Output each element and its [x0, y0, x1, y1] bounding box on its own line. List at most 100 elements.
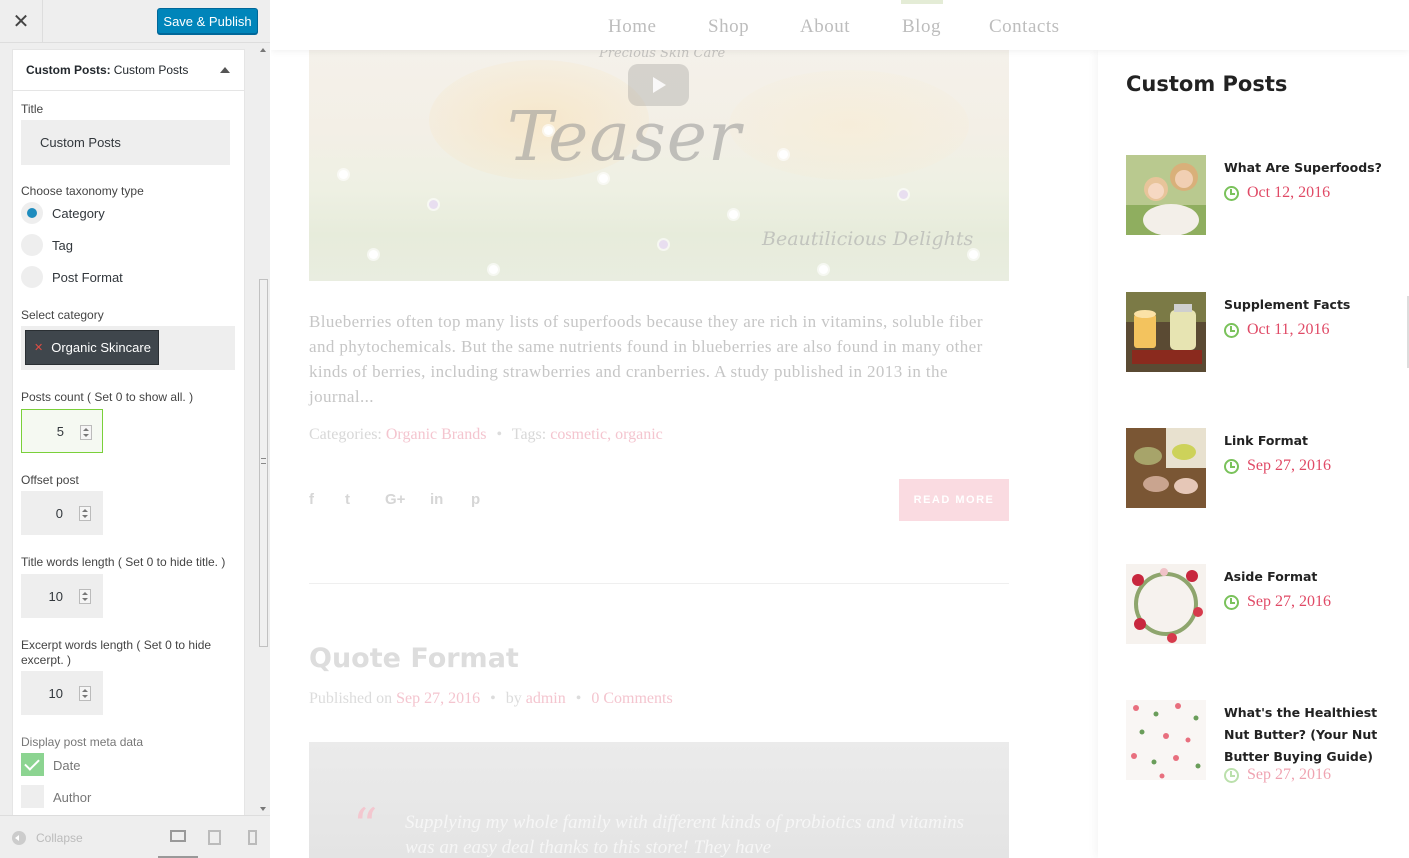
spinner-icon[interactable]: [79, 506, 91, 521]
excerpt-words-label: Excerpt words length ( Set 0 to hide exc…: [21, 638, 212, 667]
checkbox-date[interactable]: [21, 753, 44, 776]
tablet-icon[interactable]: [208, 830, 221, 845]
quote-text: Supplying my whole family with different…: [405, 812, 965, 858]
category-select[interactable]: ✕ Organic Skincare: [21, 326, 235, 370]
excerpt-words-value: 10: [48, 685, 63, 701]
google-plus-icon[interactable]: G+: [385, 491, 405, 508]
post-thumbnail[interactable]: [1126, 155, 1206, 235]
title-input[interactable]: Custom Posts: [21, 120, 230, 165]
author-link[interactable]: admin: [526, 690, 566, 707]
widget-post-title[interactable]: Aside Format: [1224, 566, 1382, 588]
scroll-up-icon[interactable]: [260, 48, 266, 52]
nav-item-shop[interactable]: Shop: [708, 16, 749, 38]
pinterest-icon[interactable]: p: [471, 491, 480, 508]
nav-item-blog[interactable]: Blog: [902, 16, 941, 38]
excerpt-words-input[interactable]: 10: [21, 671, 103, 715]
post-thumbnail[interactable]: [1126, 428, 1206, 508]
widget-post-item[interactable]: Aside Format Sep 27, 2016: [1126, 564, 1406, 644]
teaser-title: Teaser: [507, 98, 742, 177]
widget-post-date-text: Sep 27, 2016: [1247, 593, 1331, 610]
read-more-button[interactable]: READ MORE: [899, 479, 1009, 521]
section-name: Custom Posts: [113, 63, 189, 77]
nav-item-home[interactable]: Home: [608, 16, 656, 38]
post-divider: [309, 583, 1009, 584]
by-label: by: [505, 690, 522, 707]
tags-links[interactable]: cosmetic, organic: [550, 426, 663, 443]
widget-post-item[interactable]: Supplement Facts Oct 11, 2016: [1126, 292, 1406, 372]
spinner-icon[interactable]: [79, 589, 91, 604]
flower-decoration: [339, 170, 348, 179]
post-thumbnail[interactable]: [1126, 292, 1206, 372]
teaser-subtitle: Beautilicious Delights: [762, 228, 974, 250]
post-thumbnail[interactable]: [1126, 564, 1206, 644]
teaser-video[interactable]: Precious Skin Care Teaser Beautilicious …: [309, 50, 1009, 281]
desktop-icon[interactable]: [170, 830, 186, 842]
clock-icon: [1224, 458, 1239, 474]
radio-tag[interactable]: [21, 234, 43, 256]
widget-post-title[interactable]: What's the Healthiest Nut Butter? (Your …: [1224, 702, 1382, 768]
remove-icon[interactable]: ✕: [34, 341, 43, 354]
roses-wreath-image: [1126, 564, 1206, 644]
scroll-down-icon[interactable]: [260, 807, 266, 811]
panel-scrollbar[interactable]: [257, 43, 270, 815]
twitter-icon[interactable]: t: [345, 491, 350, 508]
supplements-image: [1126, 292, 1206, 372]
mother-child-image: [1126, 155, 1206, 235]
spinner-icon[interactable]: [80, 425, 92, 440]
quote-block: “ Supplying my whole family with differe…: [309, 742, 1009, 858]
post-thumbnail[interactable]: [1126, 700, 1206, 780]
offset-input[interactable]: 0: [21, 491, 103, 535]
posts-count-value: 5: [56, 423, 64, 439]
widget-post-date-text: Sep 27, 2016: [1247, 766, 1331, 783]
site-preview: Home Shop About Blog Contacts Precious S…: [271, 0, 1409, 858]
collapse-label: Collapse: [36, 831, 83, 845]
teaser-glow: [729, 70, 969, 180]
close-icon[interactable]: ✕: [0, 0, 43, 43]
scrollbar-thumb[interactable]: [259, 279, 268, 647]
herbs-spoons-image: [1126, 428, 1206, 508]
widget-post-title[interactable]: Supplement Facts: [1224, 294, 1382, 316]
posts-count-input[interactable]: 5: [21, 409, 103, 453]
comments-link[interactable]: 0 Comments: [591, 690, 672, 707]
radio-post-format[interactable]: [21, 266, 43, 288]
post-title[interactable]: Quote Format: [309, 643, 519, 674]
facebook-icon[interactable]: f: [309, 491, 314, 508]
clock-icon: [1224, 322, 1239, 338]
nav-item-contacts[interactable]: Contacts: [989, 16, 1060, 38]
meta-separator: •: [490, 690, 496, 707]
tags-label: Tags:: [511, 426, 547, 443]
categories-label: Categories:: [309, 426, 382, 443]
flower-decoration: [429, 200, 438, 209]
main-navigation: Home Shop About Blog Contacts: [271, 0, 1409, 50]
clock-icon: [1224, 594, 1239, 610]
clock-icon: [1224, 767, 1239, 783]
widget-title: Custom Posts: [1126, 72, 1288, 96]
collapse-button[interactable]: Collapse: [12, 831, 83, 845]
linkedin-icon[interactable]: in: [430, 491, 443, 508]
play-icon[interactable]: [628, 64, 689, 106]
nav-item-about[interactable]: About: [800, 16, 850, 38]
radio-tag-label: Tag: [52, 238, 73, 253]
widget-post-item[interactable]: Link Format Sep 27, 2016: [1126, 428, 1406, 508]
post-date-link[interactable]: Sep 27, 2016: [396, 690, 480, 707]
mobile-icon[interactable]: [248, 830, 257, 845]
radio-category[interactable]: [21, 202, 43, 224]
caret-up-icon[interactable]: [220, 67, 230, 73]
widget-post-title[interactable]: Link Format: [1224, 430, 1382, 452]
flower-decoration: [899, 190, 908, 199]
section-title[interactable]: Custom Posts: Custom Posts: [13, 50, 244, 91]
category-link[interactable]: Organic Brands: [386, 426, 487, 443]
spinner-icon[interactable]: [79, 686, 91, 701]
category-chip-label: Organic Skincare: [51, 340, 151, 355]
widget-post-item[interactable]: What Are Superfoods? Oct 12, 2016: [1126, 155, 1406, 235]
widget-post-date: Sep 27, 2016: [1224, 593, 1331, 611]
widget-post-title[interactable]: What Are Superfoods?: [1224, 157, 1382, 179]
title-words-input[interactable]: 10: [21, 574, 103, 618]
save-publish-button[interactable]: Save & Publish: [157, 8, 258, 34]
customizer-controls: Custom Posts: Custom Posts Title Custom …: [0, 43, 270, 815]
flower-decoration: [779, 150, 788, 159]
widget-post-item[interactable]: What's the Healthiest Nut Butter? (Your …: [1126, 700, 1406, 784]
select-category-label: Select category: [21, 308, 104, 322]
checkbox-author[interactable]: [21, 785, 44, 808]
post-meta: Categories: Organic Brands • Tags: cosme…: [309, 426, 663, 444]
